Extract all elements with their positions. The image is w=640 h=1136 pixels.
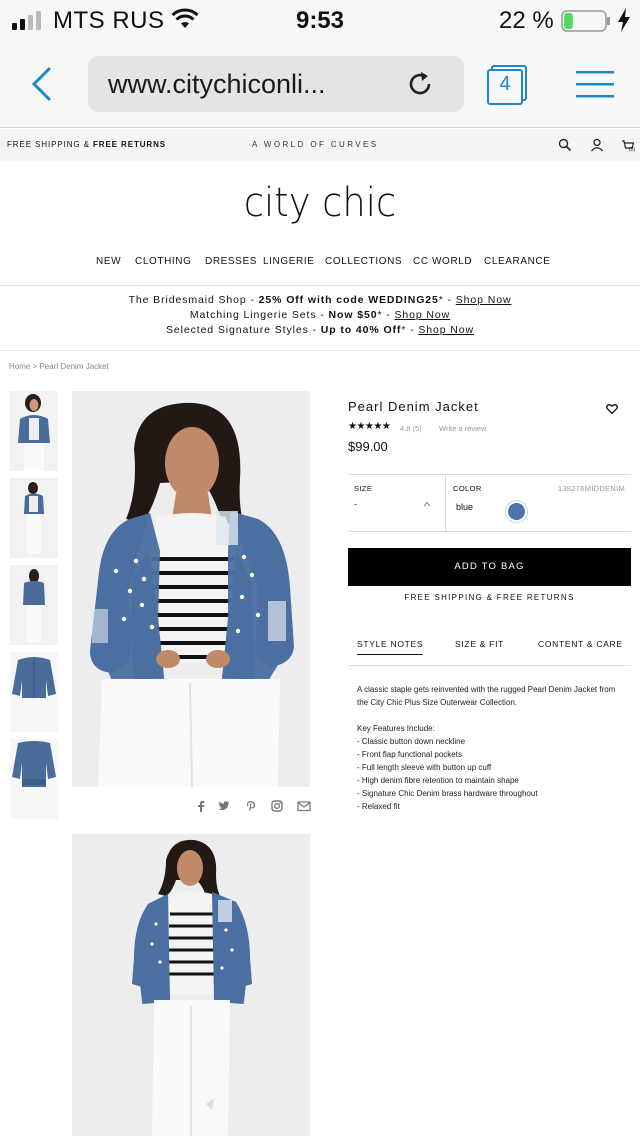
instagram-icon[interactable] <box>271 800 283 812</box>
tab-content-care[interactable]: CONTENT & CARE <box>538 639 623 649</box>
size-value[interactable]: - <box>354 499 357 509</box>
model-front-thumbnail-image <box>10 391 58 471</box>
promo-line: The Bridesmaid Shop - 25% Off with code … <box>0 293 640 308</box>
promo-text: Selected Signature Styles - <box>165 324 321 336</box>
promo-offer: 25% Off with code WEDDING25 <box>258 294 439 306</box>
menu-icon[interactable] <box>576 70 614 98</box>
list-item: - Full length sleeve with button up cuff <box>357 763 492 772</box>
size-select[interactable]: SIZE - <box>348 475 445 532</box>
product-thumbnail[interactable] <box>10 478 58 558</box>
jacket-front-thumbnail-image <box>10 652 58 732</box>
model-full-thumbnail-image <box>10 478 58 558</box>
browser-toolbar: www.citychiconli... 4 <box>0 40 640 128</box>
breadcrumb[interactable]: Home > Pearl Denim Jacket <box>9 362 109 371</box>
battery-icon <box>561 10 610 32</box>
promo-suffix: * - <box>438 294 456 306</box>
product-main-image[interactable] <box>72 391 310 787</box>
address-bar[interactable]: www.citychiconli... <box>88 56 464 112</box>
product-sku: 138276MIDDENIM <box>557 484 625 493</box>
product-title: Pearl Denim Jacket <box>348 399 479 414</box>
pinterest-icon[interactable] <box>245 800 257 812</box>
nav-item-new[interactable]: NEW <box>96 256 121 267</box>
size-label: SIZE <box>354 484 373 493</box>
write-review-link[interactable]: Write a review <box>439 424 486 433</box>
add-to-bag-button[interactable]: ADD TO BAG <box>348 548 631 586</box>
shipping-banner[interactable]: FREE SHIPPING & FREE RETURNS <box>7 140 166 149</box>
list-item: - High denim fibre retention to maintain… <box>357 776 519 785</box>
list-item: - Front flap functional pockets <box>357 750 462 759</box>
color-label: COLOR <box>453 484 482 493</box>
rating-value: 4.8 (5) <box>400 424 422 433</box>
divider <box>445 475 446 532</box>
twitter-icon[interactable] <box>218 800 230 812</box>
model-back-thumbnail-image <box>10 565 58 645</box>
email-icon[interactable] <box>297 800 311 812</box>
color-swatch-blue[interactable] <box>508 503 525 520</box>
main-nav: NEW CLOTHING DRESSES LINGERIE COLLECTION… <box>0 256 640 272</box>
list-item: - Relaxed fit <box>357 802 400 811</box>
tab-style-notes[interactable]: STYLE NOTES <box>357 639 424 655</box>
divider <box>0 350 640 351</box>
chevron-up-icon[interactable] <box>423 501 431 507</box>
tagline: A WORLD OF CURVES <box>252 140 379 149</box>
color-value: blue <box>456 502 474 512</box>
model-full-length-image <box>72 834 310 1136</box>
site-logo[interactable]: city chic <box>26 180 615 226</box>
search-icon[interactable] <box>558 138 572 152</box>
nav-item-lingerie[interactable]: LINGERIE <box>263 256 314 267</box>
reload-icon[interactable] <box>406 70 434 98</box>
features-list: - Classic button down neckline - Front f… <box>357 735 627 813</box>
tab-size-fit[interactable]: SIZE & FIT <box>455 639 504 649</box>
product-thumbnail[interactable] <box>10 739 58 819</box>
nav-item-dresses[interactable]: DRESSES <box>205 256 257 267</box>
product-description: A classic staple gets reinvented with th… <box>357 683 627 813</box>
list-item: - Signature Chic Denim brass hardware th… <box>357 789 538 798</box>
nav-item-clearance[interactable]: CLEARANCE <box>484 256 551 267</box>
status-bar: MTS RUS 9:53 22 % <box>0 0 640 40</box>
product-thumbnail[interactable] <box>10 565 58 645</box>
cart-count[interactable]: (0) <box>629 147 635 153</box>
nav-item-collections[interactable]: COLLECTIONS <box>325 256 402 267</box>
shipping-note: FREE SHIPPING & FREE RETURNS <box>404 593 575 602</box>
product-info-tabs: STYLE NOTES SIZE & FIT CONTENT & CARE <box>348 634 631 666</box>
product-price: $99.00 <box>348 439 388 454</box>
shipping-prefix: FREE SHIPPING & <box>7 140 93 149</box>
rating-stars[interactable]: ★★★★★ <box>348 421 391 432</box>
promo-suffix: * - <box>377 309 395 321</box>
product-options: SIZE - COLOR 138276MIDDENIM blue <box>348 474 631 532</box>
description-intro: A classic staple gets reinvented with th… <box>357 685 616 707</box>
product-secondary-image[interactable] <box>72 834 310 1136</box>
promo-suffix: * - <box>401 324 419 336</box>
nav-item-cc-world[interactable]: CC WORLD <box>413 256 472 267</box>
promo-text: Matching Lingerie Sets - <box>189 309 329 321</box>
wishlist-heart-icon[interactable] <box>606 403 618 415</box>
promo-line: Matching Lingerie Sets - Now $50* - Shop… <box>0 308 640 323</box>
features-title: Key Features Include: <box>357 724 435 733</box>
tab-count[interactable]: 4 <box>486 73 524 96</box>
jacket-back-thumbnail-image <box>10 739 58 819</box>
shop-now-link[interactable]: Shop Now <box>456 294 512 306</box>
facebook-icon[interactable] <box>195 800 207 812</box>
promo-offer: Up to 40% Off <box>320 324 402 336</box>
promo-banner: The Bridesmaid Shop - 25% Off with code … <box>0 293 640 338</box>
shop-now-link[interactable]: Shop Now <box>394 309 450 321</box>
promo-text: The Bridesmaid Shop - <box>128 294 259 306</box>
back-icon[interactable] <box>28 64 58 104</box>
shop-now-link[interactable]: Shop Now <box>418 324 474 336</box>
divider <box>0 285 640 286</box>
utility-bar: FREE SHIPPING & FREE RETURNS A WORLD OF … <box>0 129 640 162</box>
model-denim-jacket-image <box>72 391 310 787</box>
account-icon[interactable] <box>590 138 604 152</box>
promo-offer: Now $50 <box>328 309 378 321</box>
charging-bolt-icon <box>618 8 630 32</box>
product-thumbnail[interactable] <box>10 391 58 471</box>
product-thumbnail[interactable] <box>10 652 58 732</box>
battery-percent: 22 % <box>499 7 554 34</box>
url-text[interactable]: www.citychiconli... <box>108 69 326 100</box>
shipping-bold: FREE RETURNS <box>92 140 167 149</box>
nav-item-clothing[interactable]: CLOTHING <box>135 256 191 267</box>
promo-line: Selected Signature Styles - Up to 40% Of… <box>0 323 640 338</box>
list-item: - Classic button down neckline <box>357 737 466 746</box>
